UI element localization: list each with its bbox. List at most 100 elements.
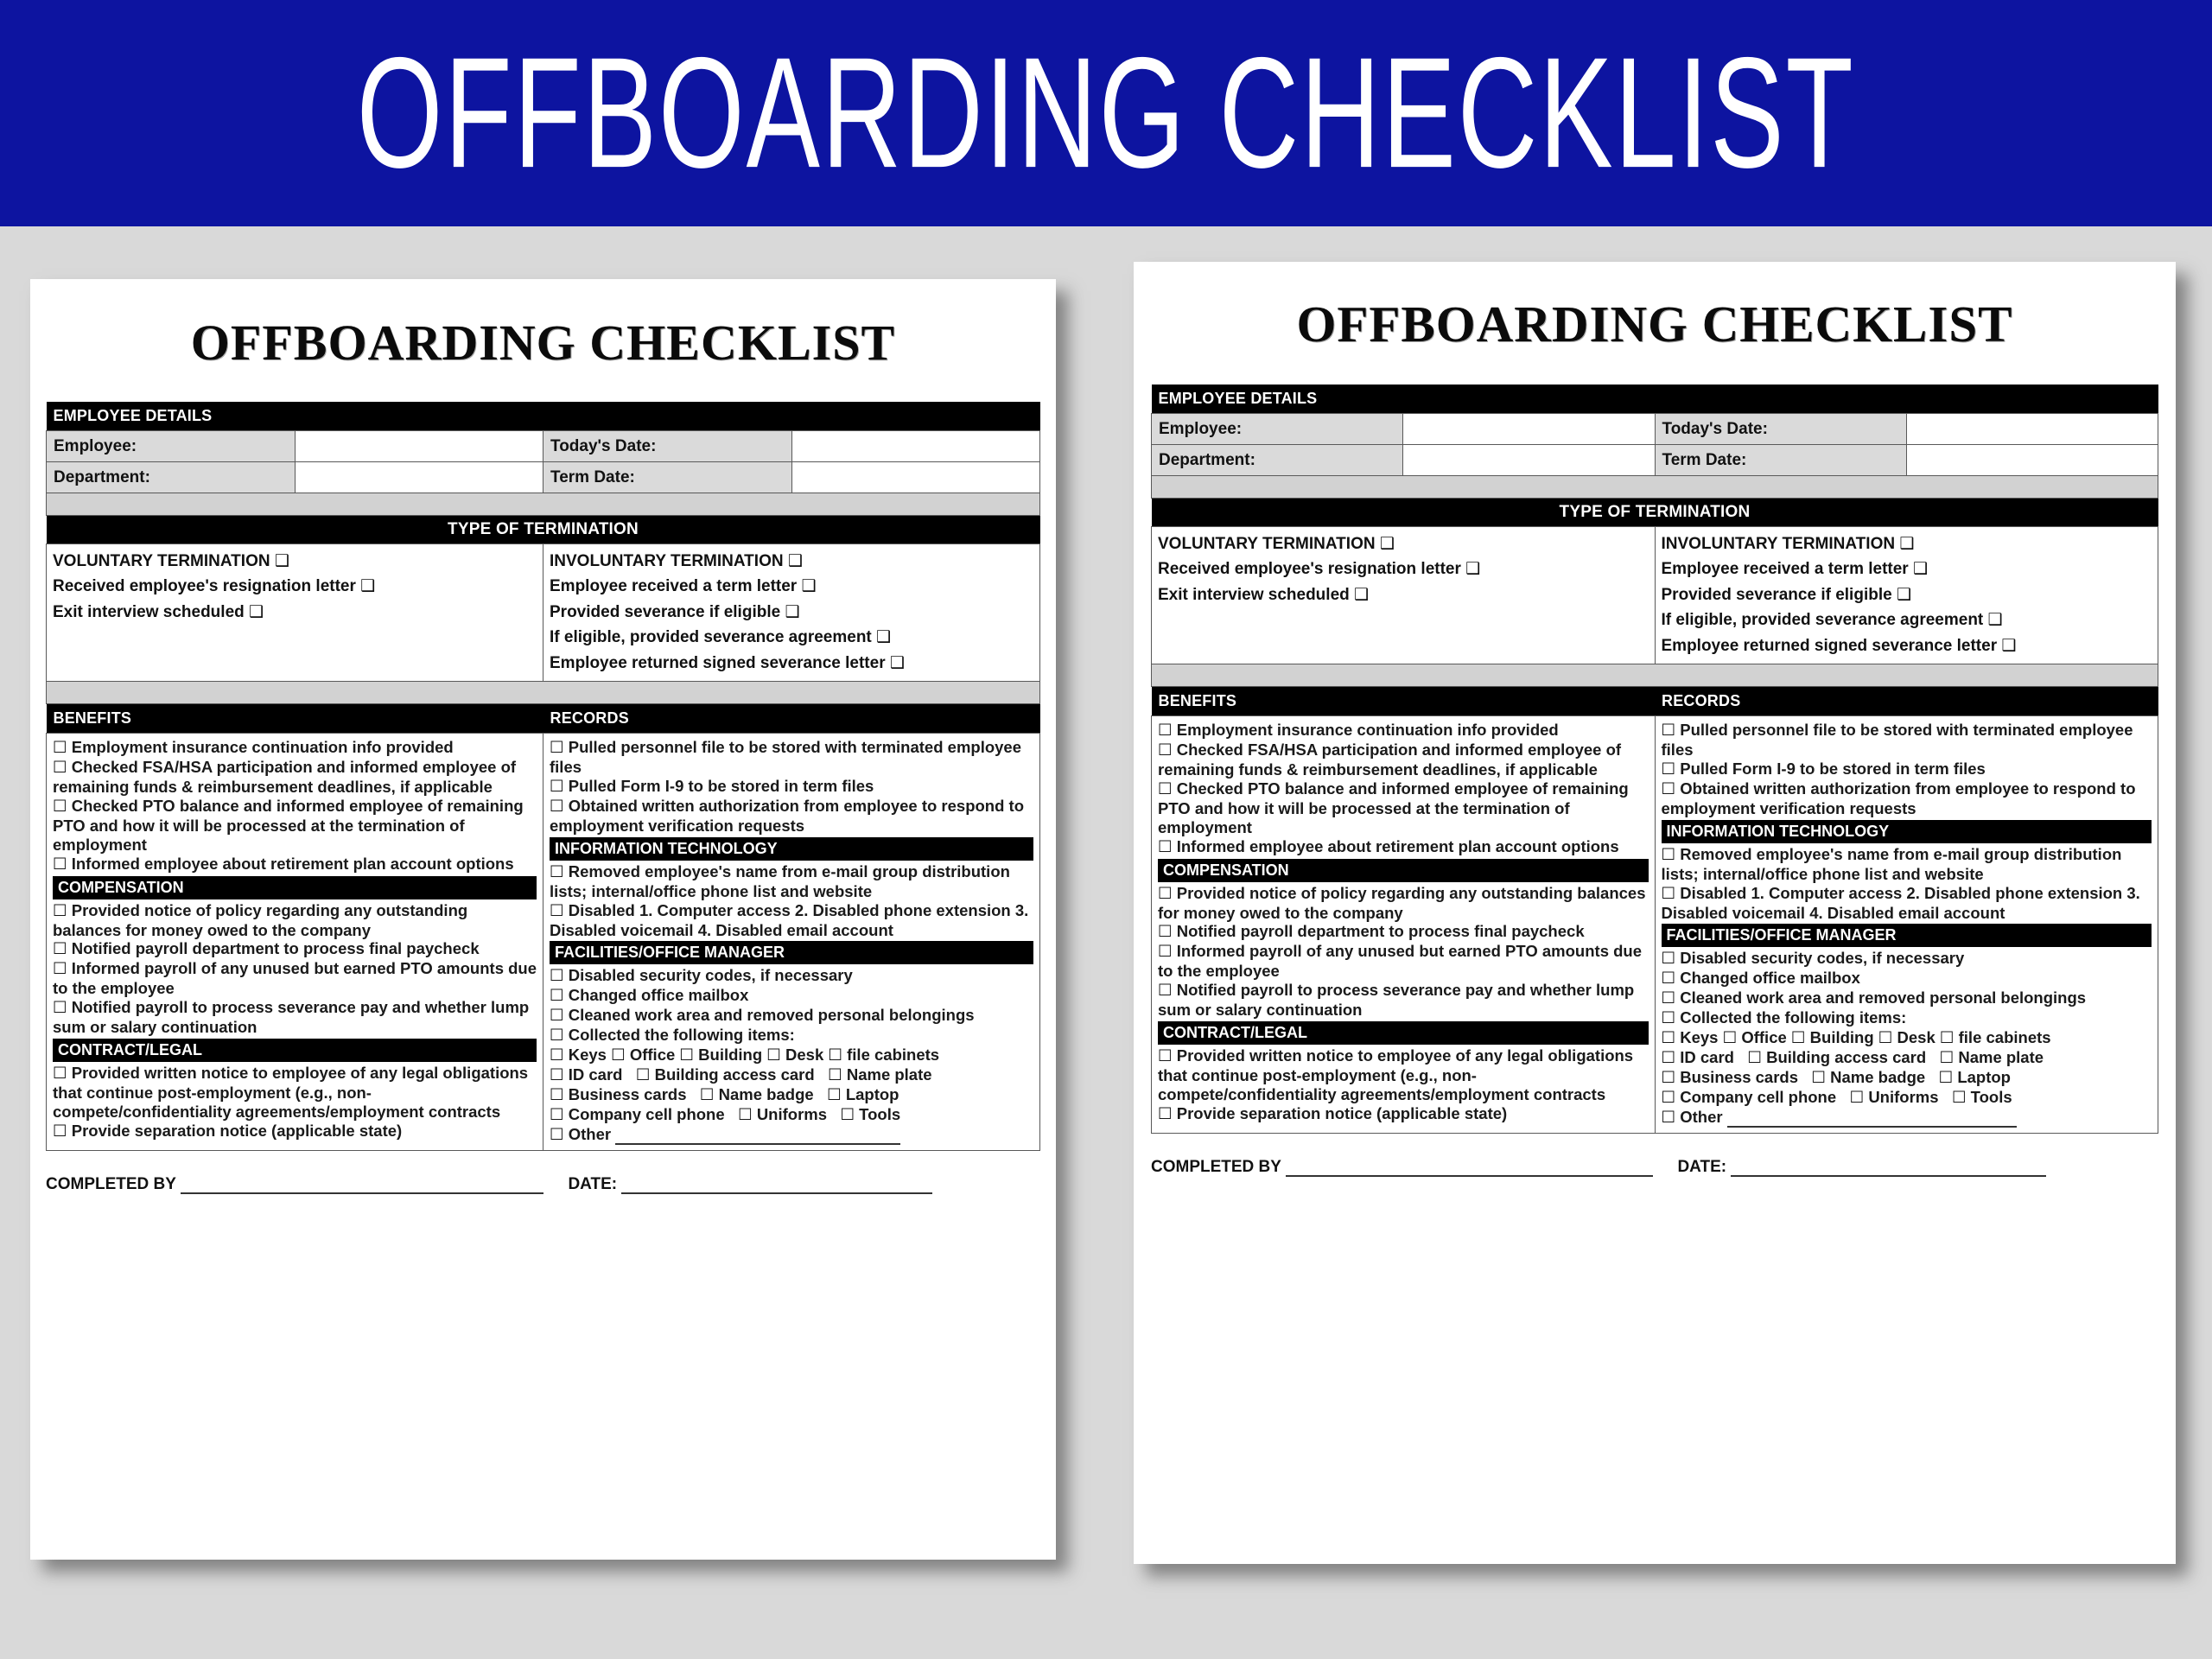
checkbox-icon[interactable]: ☐ <box>53 902 67 920</box>
checkbox-icon[interactable]: ☐ <box>1158 780 1173 798</box>
checkbox-icon[interactable]: ☐ <box>1662 969 1676 988</box>
term-date-input[interactable] <box>791 461 1040 493</box>
checkbox-icon[interactable]: ☐ <box>611 1046 626 1065</box>
completed-by-input[interactable] <box>180 1182 543 1194</box>
checkbox-icon[interactable]: ☐ <box>550 798 564 816</box>
checkbox-icon[interactable]: ❑ <box>360 576 375 595</box>
checkbox-icon[interactable]: ☐ <box>700 1086 715 1104</box>
checkbox-icon[interactable]: ☐ <box>1811 1069 1826 1087</box>
checkbox-icon[interactable]: ☐ <box>550 1066 564 1084</box>
checkbox-icon[interactable]: ☐ <box>1662 1029 1676 1047</box>
employee-input[interactable] <box>294 430 543 462</box>
todays-date-input[interactable] <box>791 430 1040 462</box>
checkbox-icon[interactable]: ☐ <box>738 1106 753 1124</box>
completed-by-input[interactable] <box>1285 1165 1653 1177</box>
checkbox-icon[interactable]: ☐ <box>1662 780 1676 798</box>
checkbox-icon[interactable]: ☐ <box>1158 923 1173 941</box>
checkbox-icon[interactable]: ☐ <box>550 778 564 796</box>
date-input[interactable] <box>1731 1165 2047 1177</box>
checkbox-icon[interactable]: ☐ <box>1662 1109 1676 1127</box>
checkbox-icon[interactable]: ☐ <box>53 759 67 777</box>
checkbox-icon[interactable]: ☐ <box>550 739 564 757</box>
checkbox-icon[interactable]: ☐ <box>1158 982 1173 1000</box>
checkbox-icon[interactable]: ☐ <box>53 739 67 757</box>
other-input-line[interactable] <box>1726 1116 2017 1128</box>
checkbox-icon[interactable]: ☐ <box>550 1046 564 1065</box>
checkbox-icon[interactable]: ❑ <box>1380 534 1395 553</box>
checkbox-icon[interactable]: ☐ <box>1662 950 1676 968</box>
checkbox-icon[interactable]: ☐ <box>53 1065 67 1083</box>
checkbox-icon[interactable]: ☐ <box>1940 1049 1955 1067</box>
checkbox-icon[interactable]: ☐ <box>550 1086 564 1104</box>
checkbox-icon[interactable]: ☐ <box>1952 1089 1967 1107</box>
checkbox-icon[interactable]: ☐ <box>53 960 67 978</box>
checkbox-icon[interactable]: ☐ <box>766 1046 781 1065</box>
checkbox-icon[interactable]: ☐ <box>679 1046 694 1065</box>
checkbox-icon[interactable]: ☐ <box>550 902 564 920</box>
checkbox-icon[interactable]: ☐ <box>1850 1089 1865 1107</box>
checkbox-icon[interactable]: ☐ <box>550 1027 564 1045</box>
checkbox-icon[interactable]: ❑ <box>1897 585 1911 604</box>
checkbox-icon[interactable]: ☐ <box>1158 1047 1173 1065</box>
checkbox-icon[interactable]: ☐ <box>1158 741 1173 760</box>
checkbox-icon[interactable]: ☐ <box>828 1066 842 1084</box>
checkbox-icon[interactable]: ☐ <box>1662 1089 1676 1107</box>
checkbox-icon[interactable]: ☐ <box>1791 1029 1806 1047</box>
checkbox-icon[interactable]: ❑ <box>2001 636 2016 655</box>
checkbox-icon[interactable]: ☐ <box>1158 1105 1173 1123</box>
date-input[interactable] <box>621 1182 933 1194</box>
checkbox-icon[interactable]: ☐ <box>1940 1029 1955 1047</box>
checkbox-icon[interactable]: ❑ <box>890 653 905 672</box>
checkbox-icon[interactable]: ☐ <box>53 798 67 816</box>
checkbox-icon[interactable]: ❑ <box>275 551 289 570</box>
checkbox-icon[interactable]: ❑ <box>785 602 799 621</box>
checkbox-icon[interactable]: ☐ <box>1939 1069 1954 1087</box>
department-input[interactable] <box>1402 444 1656 476</box>
checkbox-icon[interactable]: ☐ <box>550 863 564 881</box>
checkbox-icon[interactable]: ☐ <box>550 1126 564 1144</box>
checkbox-icon[interactable]: ☐ <box>827 1086 842 1104</box>
other-input-line[interactable] <box>615 1133 901 1145</box>
checkbox-icon[interactable]: ☐ <box>1662 760 1676 779</box>
checkbox-icon[interactable]: ☐ <box>550 967 564 985</box>
checkbox-icon[interactable]: ☐ <box>550 1106 564 1124</box>
collected-item-label: Tools <box>1970 1087 2012 1106</box>
checkbox-icon[interactable]: ☐ <box>1662 721 1676 740</box>
checkbox-icon[interactable]: ☐ <box>1158 943 1173 961</box>
department-input[interactable] <box>294 461 543 493</box>
checkbox-icon[interactable]: ☐ <box>550 987 564 1005</box>
checkbox-icon[interactable]: ☐ <box>53 999 67 1017</box>
checkbox-icon[interactable]: ❑ <box>1465 559 1480 578</box>
checkbox-icon[interactable]: ☐ <box>828 1046 842 1065</box>
checkbox-icon[interactable]: ☐ <box>1662 885 1676 903</box>
checkbox-icon[interactable]: ☐ <box>636 1066 651 1084</box>
checkbox-icon[interactable]: ☐ <box>53 940 67 958</box>
checkbox-icon[interactable]: ❑ <box>1899 534 1914 553</box>
checkbox-icon[interactable]: ☐ <box>1662 989 1676 1007</box>
checkbox-icon[interactable]: ❑ <box>1988 610 2003 629</box>
checkbox-icon[interactable]: ☐ <box>1747 1049 1762 1067</box>
checkbox-icon[interactable]: ❑ <box>249 602 264 621</box>
checkbox-icon[interactable]: ☐ <box>53 1122 67 1141</box>
checkbox-icon[interactable]: ❑ <box>788 551 803 570</box>
checkbox-icon[interactable]: ❑ <box>1354 585 1369 604</box>
checkbox-icon[interactable]: ☐ <box>1662 1009 1676 1027</box>
list-item: ☐ Employment insurance continuation info… <box>53 738 537 758</box>
term-date-input[interactable] <box>1905 444 2159 476</box>
checkbox-icon[interactable]: ☐ <box>1158 838 1173 856</box>
checkbox-icon[interactable]: ☐ <box>1662 1049 1676 1067</box>
checkbox-icon[interactable]: ☐ <box>550 1007 564 1025</box>
checkbox-icon[interactable]: ☐ <box>1662 1069 1676 1087</box>
todays-date-input[interactable] <box>1905 413 2159 445</box>
checkbox-icon[interactable]: ☐ <box>1878 1029 1893 1047</box>
checkbox-icon[interactable]: ☐ <box>1723 1029 1738 1047</box>
checkbox-icon[interactable]: ☐ <box>53 855 67 874</box>
checkbox-icon[interactable]: ❑ <box>876 627 891 646</box>
checkbox-icon[interactable]: ☐ <box>1158 721 1173 740</box>
employee-input[interactable] <box>1402 413 1656 445</box>
checkbox-icon[interactable]: ☐ <box>1662 846 1676 864</box>
checkbox-icon[interactable]: ☐ <box>1158 885 1173 903</box>
checkbox-icon[interactable]: ❑ <box>801 576 816 595</box>
checkbox-icon[interactable]: ❑ <box>1913 559 1928 578</box>
checkbox-icon[interactable]: ☐ <box>840 1106 855 1124</box>
